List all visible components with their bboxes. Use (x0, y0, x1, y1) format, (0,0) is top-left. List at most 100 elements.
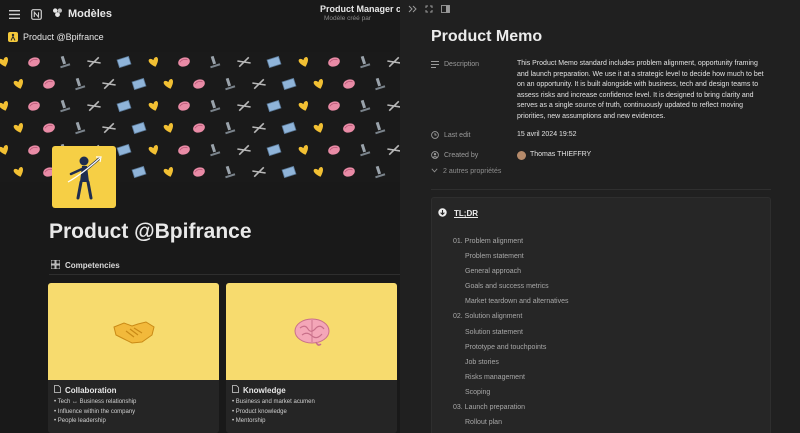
close-peek-icon[interactable] (408, 5, 417, 15)
cover-pattern-tools-icon (237, 144, 251, 156)
created-by-value[interactable]: Thomas THIEFFRY (517, 150, 765, 161)
notion-logo-icon[interactable] (30, 8, 42, 20)
toc-item[interactable]: 02. Solution alignment (453, 309, 569, 324)
cover-pattern-brain-icon (343, 167, 355, 177)
toc-item[interactable]: Risks management (453, 370, 569, 385)
card-collaboration[interactable]: Collaboration Tech ↔ Business relationsh… (48, 283, 219, 433)
toc-item[interactable]: Scoping (453, 385, 569, 400)
toc-item[interactable]: Market teardown and alternatives (453, 294, 569, 309)
cover-pattern-scope-icon (360, 143, 371, 157)
cover-pattern-board-icon (281, 77, 297, 91)
workspace-label: Modèles (68, 8, 113, 20)
toc-item[interactable]: Job stories (453, 355, 569, 370)
cover-pattern-heart-icon (298, 100, 308, 111)
property-last-edit: Last edit 15 avril 2024 19:52 (431, 130, 765, 141)
toc-item[interactable]: Goals and success metrics (453, 279, 569, 294)
chevron-down-icon (431, 168, 438, 175)
cover-pattern-heart-icon (13, 166, 23, 177)
cover-pattern-brain-icon (343, 79, 355, 89)
card-knowledge[interactable]: Knowledge Business and market acumen Pro… (226, 283, 397, 433)
list-item: Tech ↔ Business relationship (54, 398, 213, 408)
table-of-contents: 01. Problem alignment Problem statement Ge… (453, 234, 569, 430)
cover-pattern-brain-icon (28, 101, 40, 111)
cover-pattern-heart-icon (163, 166, 173, 177)
page-breadcrumb[interactable]: Product @Bpifrance (8, 32, 104, 42)
cover-pattern-tools-icon (87, 100, 101, 112)
toc-item[interactable]: Prototype and touchpoints (453, 340, 569, 355)
cover-pattern-board-icon (266, 55, 282, 69)
cover-pattern-heart-icon (148, 144, 158, 155)
toc-item[interactable]: General approach (453, 264, 569, 279)
page-icon (232, 385, 239, 395)
brain-icon (226, 283, 397, 380)
description-label: Description (444, 60, 480, 68)
toc-item[interactable]: Problem statement (453, 249, 569, 264)
more-properties-toggle[interactable]: 2 autres propriétés (431, 168, 501, 175)
property-name[interactable]: Created by (431, 150, 517, 160)
tldr-callout: TL;DR 01. Problem alignment Problem state… (431, 197, 771, 433)
menu-icon[interactable] (8, 8, 20, 20)
cover-pattern-heart-icon (148, 56, 158, 67)
cover-pattern-brain-icon (193, 167, 205, 177)
cover-pattern-brain-icon (178, 101, 190, 111)
toc-item[interactable]: 01. Problem alignment (453, 234, 569, 249)
cover-pattern-brain-icon (178, 57, 190, 67)
toc-item[interactable]: 03. Launch preparation (453, 400, 569, 415)
cover-pattern-heart-icon (148, 100, 158, 111)
tldr-label[interactable]: TL;DR (454, 209, 478, 218)
cover-pattern-board-icon (131, 121, 147, 135)
workspace-breadcrumb[interactable]: Modèles (52, 7, 112, 21)
description-value[interactable]: This Product Memo standard includes prob… (517, 59, 765, 122)
text-lines-icon (431, 60, 439, 68)
avatar (517, 150, 526, 160)
cover-pattern-scope-icon (60, 99, 71, 113)
competencies-view-tab[interactable]: Competencies (50, 259, 120, 271)
cover-pattern-heart-icon (298, 144, 308, 155)
top-bar: Modèles Product Manager compe Modèle cré… (0, 0, 400, 28)
cover-pattern-board-icon (266, 143, 282, 157)
layout-toggle-icon[interactable] (441, 5, 450, 15)
page-emoji-icon (8, 32, 18, 42)
page-icon (54, 385, 61, 395)
cover-pattern-tools-icon (252, 78, 266, 90)
property-name[interactable]: Last edit (431, 130, 517, 140)
arrow-down-circle-icon (438, 208, 447, 219)
cover-pattern-heart-icon (13, 78, 23, 89)
left-pane: Modèles Product Manager compe Modèle cré… (0, 0, 400, 433)
divider (431, 189, 771, 190)
cover-pattern-brain-icon (328, 145, 340, 155)
last-edit-label: Last edit (444, 131, 471, 139)
card-title-label: Collaboration (65, 385, 117, 395)
cover-pattern-tools-icon (87, 56, 101, 68)
side-peek-panel: Product Memo Description This Product Me… (400, 0, 800, 433)
cover-pattern-tools-icon (252, 122, 266, 134)
cover-pattern-tools-icon (102, 78, 116, 90)
peek-toolbar (408, 5, 450, 15)
cover-pattern-scope-icon (225, 77, 236, 91)
cover-pattern-tools-icon (237, 56, 251, 68)
creator-name: Thomas THIEFFRY (530, 151, 592, 158)
card-title-collaboration: Collaboration (48, 380, 219, 398)
cover-pattern-heart-icon (13, 122, 23, 133)
page-icon-avatar[interactable] (52, 146, 116, 208)
cover-pattern-scope-icon (210, 143, 221, 157)
cover-pattern-scope-icon (375, 121, 386, 135)
list-item: Mentorship (232, 417, 391, 427)
cover-pattern-heart-icon (313, 78, 323, 89)
list-item: Product knowledge (232, 408, 391, 418)
card-title-knowledge: Knowledge (226, 380, 397, 398)
handshake-icon (48, 283, 219, 380)
expand-icon[interactable] (425, 5, 433, 15)
toc-item[interactable]: Solution statement (453, 325, 569, 340)
card-title-label: Knowledge (243, 385, 286, 395)
cover-pattern-tools-icon (387, 100, 400, 112)
card-list: Tech ↔ Business relationship Influence w… (48, 398, 219, 427)
cover-pattern-brain-icon (43, 79, 55, 89)
cover-pattern-scope-icon (75, 77, 86, 91)
property-name[interactable]: Description (431, 59, 517, 69)
toc-item[interactable]: Rollout plan (453, 415, 569, 430)
more-properties-label: 2 autres propriétés (443, 168, 502, 175)
doc-title[interactable]: Product Manager compe (320, 4, 400, 14)
cover-pattern-tools-icon (387, 144, 400, 156)
cover-pattern-scope-icon (360, 99, 371, 113)
